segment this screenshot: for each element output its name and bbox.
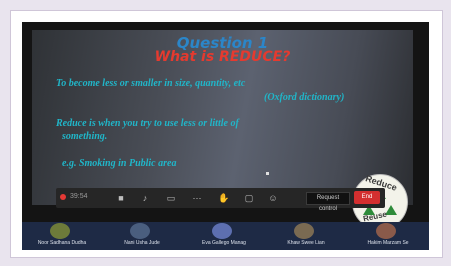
end-call-button[interactable]: End [354, 191, 380, 204]
participant-tile[interactable]: Nani Usha Jude [102, 222, 182, 250]
request-control-button[interactable]: Request control [306, 192, 350, 212]
avatar [376, 223, 396, 239]
shared-screen: Question 1 What is REDUCE? To become les… [22, 22, 429, 244]
participant-name: Hakim Marzam Se [367, 240, 409, 246]
recording-dot-icon [60, 194, 66, 200]
avatar [294, 223, 314, 239]
participant-name: Eva Gallego Manag [202, 240, 246, 246]
explanation-text-2: something. [62, 131, 108, 142]
participant-tile[interactable]: Eva Gallego Manag [184, 222, 264, 250]
participants-strip: Noor Sadhana Dudha Nani Usha Jude Eva Ga… [22, 222, 429, 250]
participant-tile[interactable]: Khaw Swee Lian [266, 222, 346, 250]
people-icon[interactable]: ☺ [268, 193, 278, 203]
definition-text: To become less or smaller in size, quant… [56, 78, 246, 89]
raise-hand-icon[interactable]: ✋ [218, 193, 229, 203]
camera-icon[interactable]: ■ [116, 193, 126, 203]
avatar [212, 223, 232, 239]
microphone-icon[interactable]: ♪ [140, 193, 150, 203]
participant-tile[interactable]: Hakim Marzam Se [348, 222, 428, 250]
avatar [50, 223, 70, 239]
slide-subtitle: What is REDUCE? [154, 49, 291, 65]
source-text: (Oxford dictionary) [264, 92, 345, 103]
example-text: e.g. Smoking in Public area [62, 158, 177, 169]
participant-name: Nani Usha Jude [124, 240, 160, 246]
meeting-timer: 39:54 [70, 193, 88, 200]
share-screen-icon[interactable]: ▭ [166, 193, 176, 203]
mouse-cursor [266, 172, 269, 175]
chat-icon[interactable]: ▢ [244, 193, 254, 203]
participant-tile[interactable]: Noor Sadhana Dudha [22, 222, 102, 250]
participant-name: Khaw Swee Lian [287, 240, 325, 246]
explanation-text: Reduce is when you try to use less or li… [56, 118, 239, 129]
participant-name: Noor Sadhana Dudha [37, 240, 87, 246]
avatar [130, 223, 150, 239]
more-options-icon[interactable]: ⋯ [192, 193, 202, 203]
meeting-toolbar: 39:54 ■ ♪ ▭ ⋯ ✋ ▢ ☺ Request control End [56, 188, 385, 212]
